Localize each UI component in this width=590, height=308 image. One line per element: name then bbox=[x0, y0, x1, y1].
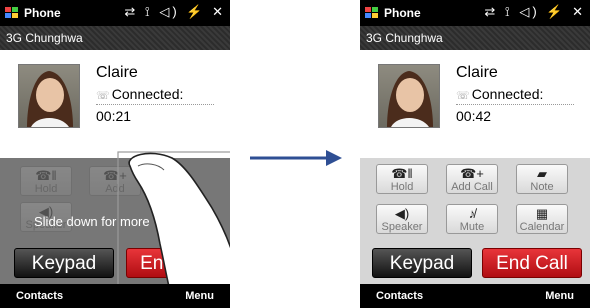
phone-screen-after: Phone ⇄ ⟟ ◁) ⚡ ✕ 3G Chunghwa Claire ☏ Con… bbox=[360, 0, 590, 308]
add-call-button[interactable]: ☎+ Add Call bbox=[446, 164, 498, 194]
carrier-name: 3G Chunghwa bbox=[366, 31, 443, 45]
add-call-icon: ☎+ bbox=[460, 166, 484, 181]
softkey-menu[interactable]: Menu bbox=[185, 290, 214, 302]
call-info: Claire ☏ Connected: 00:42 bbox=[360, 50, 590, 158]
app-title: Phone bbox=[384, 6, 421, 20]
arrow-right-icon bbox=[250, 150, 342, 166]
calendar-icon: ▦ bbox=[535, 206, 549, 221]
mute-button[interactable]: ♪̸ Mute bbox=[446, 204, 498, 234]
hold-icon: ☎‖ bbox=[391, 166, 413, 181]
speaker-icon: ◀) bbox=[394, 206, 410, 221]
call-timer: 00:42 bbox=[456, 108, 492, 124]
speaker-button[interactable]: ◀) Speaker bbox=[376, 204, 428, 234]
note-icon: ▰ bbox=[537, 166, 547, 181]
windows-logo-icon[interactable] bbox=[364, 5, 380, 21]
hold-button[interactable]: ☎‖ Hold bbox=[376, 164, 428, 194]
phone-screen-before: Phone ⇄ ⟟ ◁) ⚡ ✕ 3G Chunghwa Claire ☏ Con… bbox=[0, 0, 230, 308]
tray-icons[interactable]: ⇄ ⟟ ◁) ⚡ ✕ bbox=[484, 4, 586, 20]
softkey-menu[interactable]: Menu bbox=[545, 290, 574, 302]
title-bar: Phone ⇄ ⟟ ◁) ⚡ ✕ bbox=[360, 0, 590, 26]
softkey-bar: Contacts Menu bbox=[0, 284, 230, 308]
note-button[interactable]: ▰ Note bbox=[516, 164, 568, 194]
carrier-bar: 3G Chunghwa bbox=[360, 26, 590, 50]
contact-name: Claire bbox=[456, 64, 498, 81]
connected-icon: ☏ bbox=[456, 90, 470, 102]
softkey-bar: Contacts Menu bbox=[360, 284, 590, 308]
mute-icon: ♪̸ bbox=[468, 206, 476, 221]
divider bbox=[456, 104, 574, 105]
keypad-button[interactable]: Keypad bbox=[372, 248, 472, 278]
end-call-button[interactable]: End Call bbox=[482, 248, 582, 278]
calendar-button[interactable]: ▦ Calendar bbox=[516, 204, 568, 234]
avatar bbox=[378, 64, 440, 128]
call-status: ☏ Connected: bbox=[456, 86, 544, 102]
softkey-contacts[interactable]: Contacts bbox=[376, 290, 423, 302]
softkey-contacts[interactable]: Contacts bbox=[16, 290, 63, 302]
finger-gesture-icon bbox=[117, 151, 230, 301]
